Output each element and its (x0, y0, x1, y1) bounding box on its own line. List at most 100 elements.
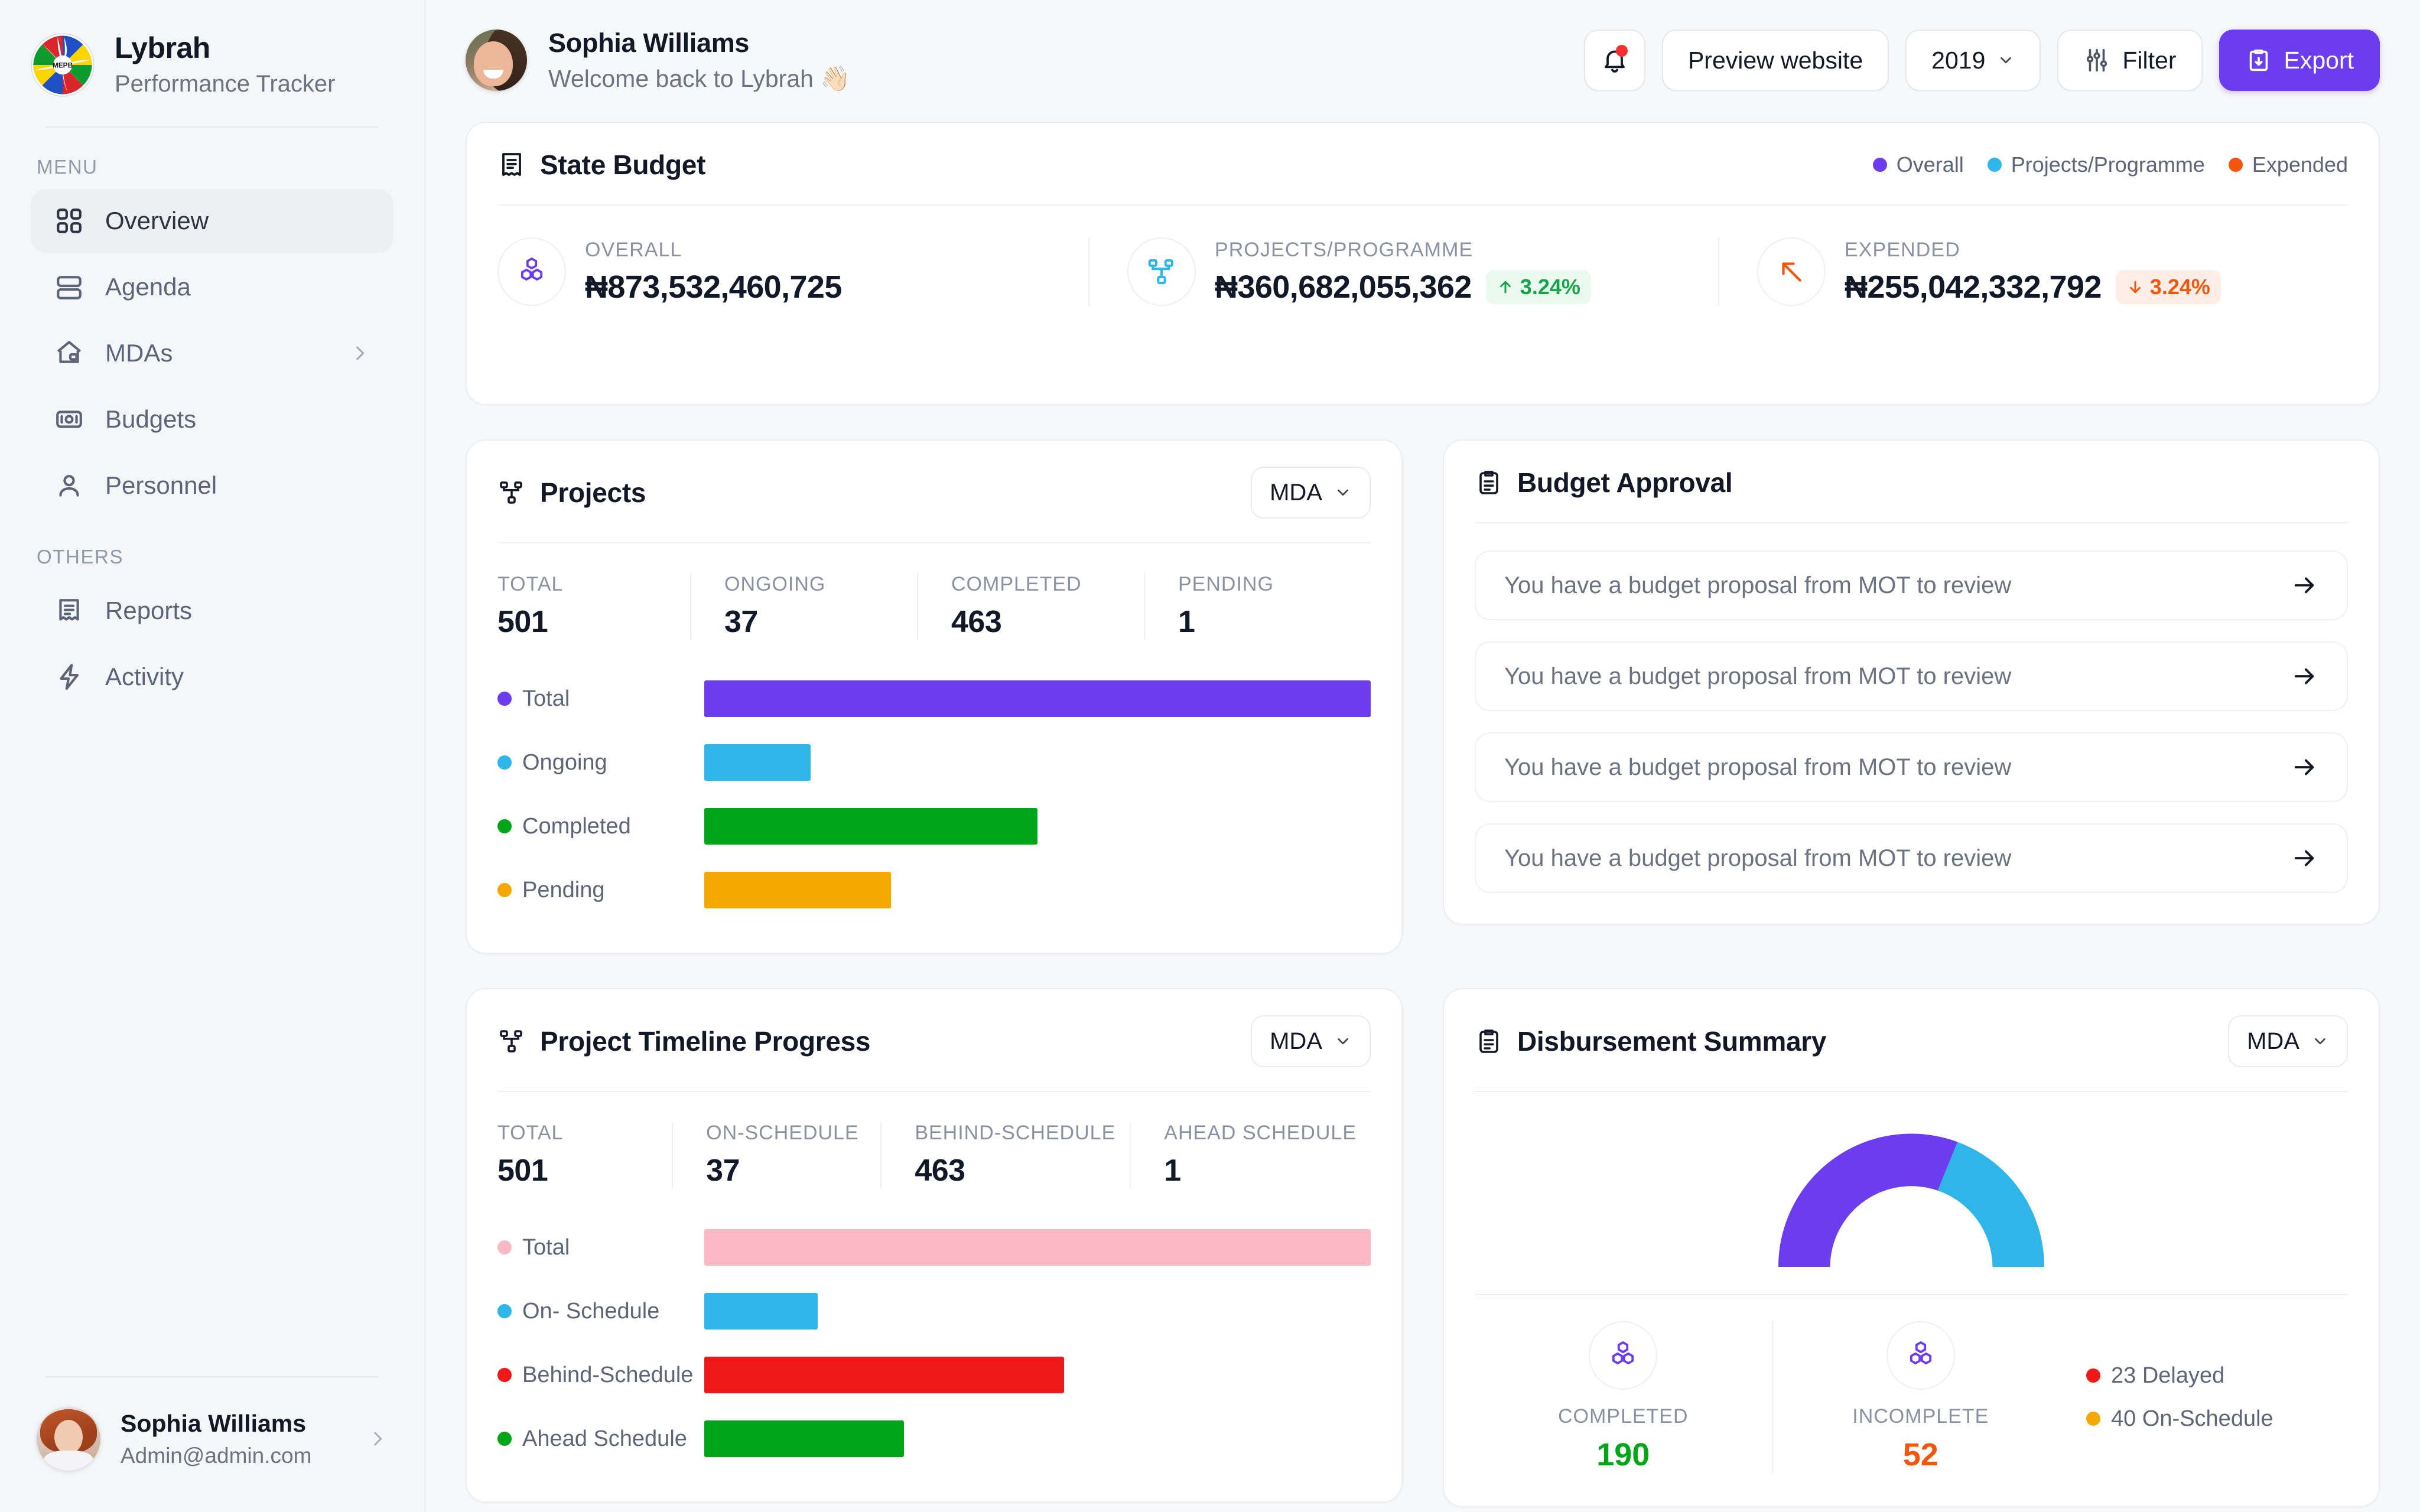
legend-label: Projects/Programme (2011, 152, 2205, 177)
sidebar-user-profile[interactable]: Sophia Williams Admin@admin.com (0, 1377, 424, 1512)
bar-track (704, 872, 1371, 908)
stat-value-row: ₦255,042,332,792 3.24% (1845, 269, 2221, 305)
legend-dot (497, 1240, 512, 1254)
timeline-stat-behind-schedule: BEHIND-SCHEDULE 463 (880, 1122, 1130, 1188)
stat-label: TOTAL (497, 573, 564, 595)
stat-delta-up: 3.24% (1485, 269, 1591, 304)
preview-website-button[interactable]: Preview website (1661, 30, 1889, 91)
stat-value-row: ₦360,682,055,362 3.24% (1215, 269, 1591, 305)
year-select[interactable]: 2019 (1905, 30, 2041, 91)
sidebar-item-budgets[interactable]: Budgets (31, 387, 393, 451)
bar-label: Pending (522, 877, 605, 902)
user-icon (54, 471, 84, 500)
disbursement-card: Disbursement Summary MDA COMPLETED 190 I… (1443, 988, 2380, 1507)
stat-overall-body: OVERALL ₦873,532,460,725 (585, 239, 842, 305)
arrow-right-icon[interactable] (2291, 845, 2318, 872)
bolt-icon (54, 662, 84, 692)
stat-value: 37 (724, 605, 758, 639)
logo-text: MEPB (53, 61, 73, 69)
welcome-text: Sophia Williams Welcome back to Lybrah 👋… (548, 27, 850, 93)
stat-label: PENDING (1178, 573, 1274, 595)
bar-behind-schedule (704, 1357, 1065, 1393)
timeline-mda-select[interactable]: MDA (1251, 1015, 1371, 1067)
projects-mda-select[interactable]: MDA (1251, 467, 1371, 519)
arrow-right-icon[interactable] (2291, 663, 2318, 690)
sidebar: MEPB Lybrah Performance Tracker MENU Ove… (0, 0, 425, 1512)
projects-title: Projects (540, 477, 646, 508)
avatar (466, 30, 527, 91)
budget-approval-card: Budget Approval You have a budget propos… (1443, 439, 2380, 925)
gauge-segment-incomplete (1937, 1142, 2045, 1267)
avatar (37, 1407, 100, 1471)
legend-dot (1987, 158, 2002, 172)
sidebar-item-activity[interactable]: Activity (31, 645, 393, 709)
chevron-down-icon (1338, 489, 1348, 496)
disbursement-mda-select[interactable]: MDA (2228, 1015, 2348, 1067)
hierarchy-icon (500, 1030, 522, 1052)
row-timeline-disbursement: Project Timeline Progress MDA TOTAL 501 (466, 988, 2380, 1507)
sidebar-item-reports[interactable]: Reports (31, 579, 393, 643)
timeline-title: Project Timeline Progress (540, 1026, 871, 1057)
list-item[interactable]: You have a budget proposal from MOT to r… (1475, 732, 2348, 802)
col-projects: Projects MDA TOTAL 501 ONGOING 37 COMPLE… (466, 439, 1403, 954)
timeline-stat-total: TOTAL 501 (497, 1122, 672, 1188)
bar-row: Behind-Schedule (497, 1343, 1371, 1407)
timeline-stat-strip: TOTAL 501 ON-SCHEDULE 37 BEHIND-SCHEDULE… (467, 1092, 1401, 1188)
list-item[interactable]: You have a budget proposal from MOT to r… (1475, 823, 2348, 893)
sidebar-item-overview[interactable]: Overview (31, 189, 393, 253)
sidebar-section-others: OTHERS (37, 546, 124, 568)
sidebar-item-mdas[interactable]: MDAs (31, 321, 393, 385)
export-label: Export (2284, 46, 2354, 74)
notification-dot (1615, 45, 1628, 57)
main-content: Sophia Williams Welcome back to Lybrah 👋… (425, 0, 2420, 1512)
bar-track (704, 808, 1371, 845)
budget-approval-header: Budget Approval (1444, 441, 2379, 498)
topbar-actions: Preview website 2019 Filter Export (1583, 30, 2380, 91)
sidebar-item-label: Reports (105, 597, 193, 624)
bar-row: Total (497, 667, 1371, 731)
sidebar-item-label: Activity (105, 663, 184, 690)
sidebar-item-personnel[interactable]: Personnel (31, 454, 393, 517)
chevron-right-icon (356, 346, 365, 360)
arrow-right-icon[interactable] (2291, 754, 2318, 781)
bar-track (704, 1229, 1371, 1266)
sidebar-user-meta: Sophia Williams Admin@admin.com (121, 1409, 311, 1468)
sidebar-menu-nav: Overview Agenda MDAs Budgets Personnel (0, 189, 424, 517)
receipt-icon (502, 153, 521, 176)
sidebar-user-email: Admin@admin.com (121, 1443, 312, 1468)
legend-dot (497, 1368, 512, 1382)
list-item[interactable]: You have a budget proposal from MOT to r… (1475, 550, 2348, 620)
stat-projects-programme: PROJECTS/PROGRAMME ₦360,682,055,362 3.24… (1088, 237, 1718, 306)
brand: MEPB Lybrah Performance Tracker (0, 0, 424, 99)
sidebar-section-menu: MENU (37, 156, 98, 178)
approval-text: You have a budget proposal from MOT to r… (1504, 663, 2012, 689)
arrow-right-icon[interactable] (2291, 572, 2318, 599)
list-item[interactable]: You have a budget proposal from MOT to r… (1475, 641, 2348, 711)
hexagon-cluster-icon (1886, 1321, 1955, 1390)
stat-label: TOTAL (497, 1122, 564, 1144)
filter-button[interactable]: Filter (2057, 30, 2203, 91)
timeline-mda-value: MDA (1270, 1028, 1322, 1054)
sidebar-user-name: Sophia Williams (121, 1410, 307, 1438)
stat-value: ₦360,682,055,362 (1215, 269, 1472, 305)
projects-card: Projects MDA TOTAL 501 ONGOING 37 COMPLE… (466, 439, 1403, 954)
stat-value: ₦255,042,332,792 (1845, 269, 2102, 305)
bar-legend-on-schedule: On- Schedule (497, 1299, 704, 1324)
sidebar-item-agenda[interactable]: Agenda (31, 255, 393, 319)
year-value: 2019 (1931, 46, 1986, 74)
export-button[interactable]: Export (2219, 30, 2380, 91)
chevron-down-icon (2315, 1038, 2325, 1045)
stat-expended: EXPENDED ₦255,042,332,792 3.24% (1718, 237, 2348, 306)
stat-label: ONGOING (724, 573, 826, 595)
projects-mda-value: MDA (1270, 479, 1322, 506)
bar-legend-total: Total (497, 686, 704, 712)
stat-label: BEHIND-SCHEDULE (915, 1122, 1116, 1144)
projects-stat-ongoing: ONGOING 37 (690, 573, 917, 640)
disbursement-completed: COMPLETED 190 (1475, 1321, 1772, 1473)
notifications-button[interactable] (1583, 30, 1645, 91)
topbar-user-name: Sophia Williams (548, 28, 750, 58)
legend-dot (497, 1304, 512, 1318)
legend-dot (497, 883, 512, 897)
bar-ongoing (704, 744, 811, 781)
